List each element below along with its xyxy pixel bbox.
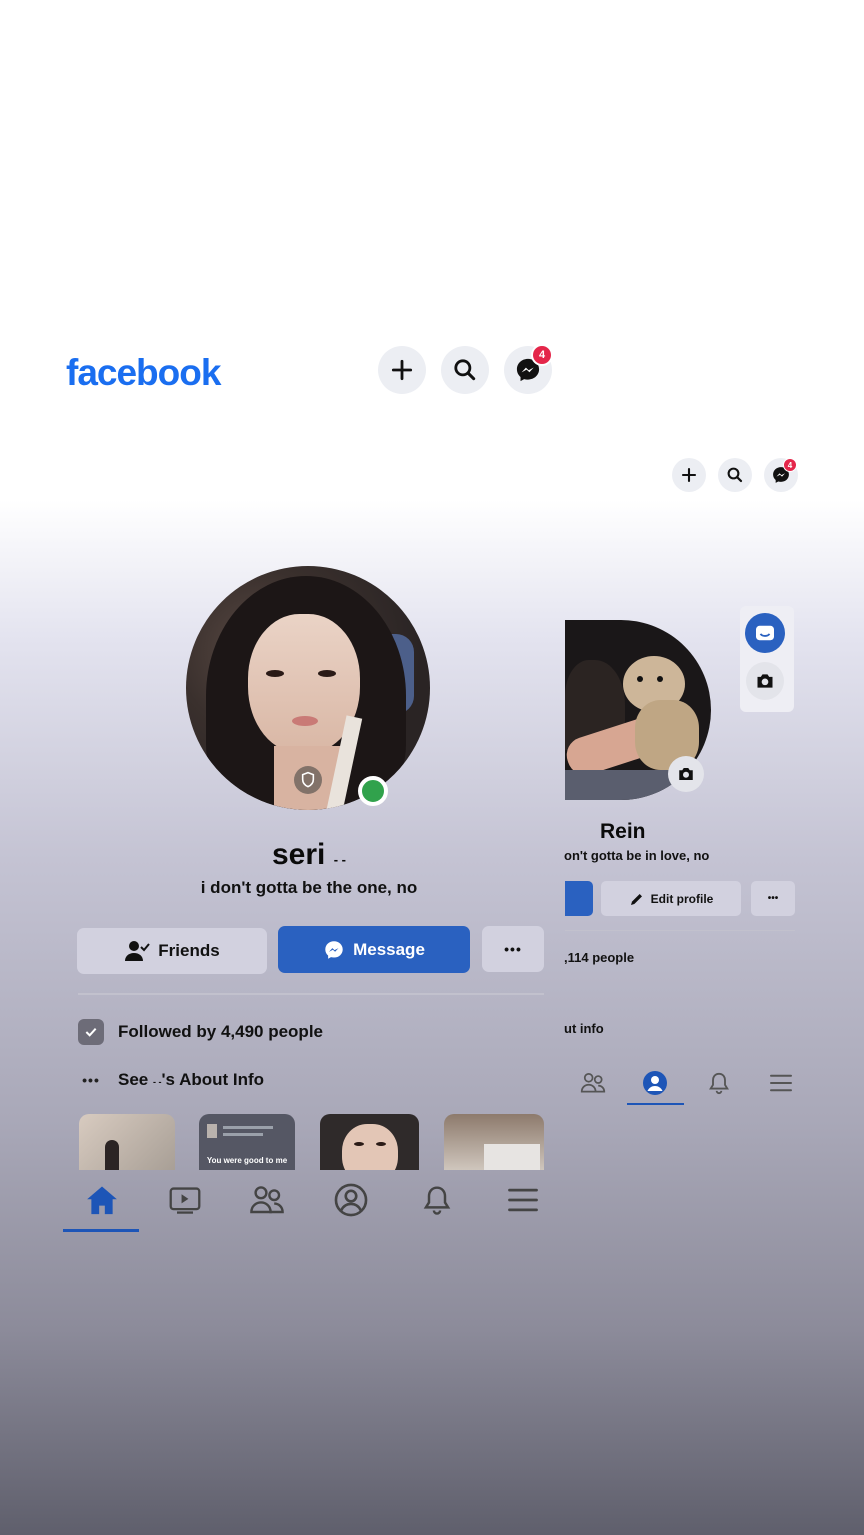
menu-icon (508, 1188, 538, 1212)
nav-active-indicator (63, 1229, 139, 1232)
nav-menu-right[interactable] (762, 1066, 800, 1100)
edit-profile-button[interactable]: Edit profile (601, 881, 741, 916)
camera-icon (757, 674, 773, 688)
profile-name: seri - - (0, 838, 618, 872)
add-story-button-partial[interactable] (565, 881, 593, 916)
nav-friends-right[interactable] (574, 1066, 612, 1100)
avatar-camera-button[interactable] (668, 756, 704, 792)
watch-icon (169, 1187, 201, 1214)
friends-icon (580, 1073, 606, 1093)
about-info-partial: ut info (564, 1021, 604, 1036)
nav-notifications-right[interactable] (700, 1066, 738, 1100)
profile-icon (334, 1183, 368, 1217)
more-label: ••• (504, 941, 522, 957)
message-label: Message (353, 939, 425, 959)
more-label-right: ••• (767, 893, 779, 904)
more-options-button-right[interactable]: ••• (751, 881, 795, 916)
profile-name-text: seri (271, 838, 326, 871)
search-icon (454, 359, 476, 381)
nav-watch[interactable] (150, 1178, 220, 1222)
nav-menu[interactable] (488, 1178, 558, 1222)
profile-icon (643, 1071, 667, 1095)
divider-right (565, 930, 795, 931)
about-info-text: See - -'s About Info (118, 1070, 265, 1089)
camera-button[interactable] (746, 662, 784, 700)
facebook-logo: facebook (66, 352, 221, 393)
more-options-button[interactable]: ••• (482, 926, 544, 972)
divider (78, 993, 544, 995)
ellipsis-icon: ••• (82, 1072, 100, 1088)
followed-by-text: Followed by 4,490 people (118, 1022, 323, 1041)
messenger-badge-small: 4 (783, 458, 797, 472)
friends-label: Friends (158, 941, 220, 960)
create-button[interactable] (378, 346, 426, 394)
profile-bio-right: on't gotta be in love, no (564, 848, 710, 863)
nav-friends[interactable] (232, 1178, 302, 1222)
story-icon (756, 625, 774, 641)
camera-icon (679, 768, 693, 780)
friends-check-icon (125, 941, 151, 961)
pencil-icon (630, 893, 642, 905)
friends-icon (250, 1186, 284, 1214)
online-status-dot (358, 776, 388, 806)
messenger-button-small[interactable]: 4 (764, 458, 798, 492)
plus-icon (681, 467, 697, 483)
photo-thumbnail[interactable] (444, 1114, 544, 1170)
messenger-icon (325, 940, 343, 959)
nav-profile[interactable] (316, 1178, 386, 1222)
profile-name-right: Rein (600, 820, 646, 843)
photo-thumbnail[interactable]: You were good to me (199, 1114, 295, 1170)
search-icon (727, 467, 743, 483)
messenger-badge: 4 (531, 344, 553, 366)
followed-by-partial: ,114 people (564, 950, 635, 965)
followed-by-row[interactable]: Followed by 4,490 people (78, 1019, 323, 1045)
nav-home[interactable] (66, 1178, 138, 1222)
home-icon (87, 1186, 117, 1215)
friends-button[interactable]: Friends (77, 928, 267, 974)
photo-thumbnail[interactable] (79, 1114, 175, 1170)
bell-icon (709, 1072, 729, 1095)
create-button-small[interactable] (672, 458, 706, 492)
story-button[interactable] (745, 613, 785, 653)
edit-profile-label: Edit profile (650, 891, 714, 906)
menu-icon (770, 1074, 792, 1092)
thumbnail-caption: You were good to me (206, 1156, 288, 1165)
profile-name-suffix: - - (333, 852, 346, 867)
message-button[interactable]: Message (278, 926, 470, 973)
messenger-button[interactable]: 4 (504, 344, 553, 394)
profile-bio: i don't gotta be the one, no (200, 878, 418, 897)
search-button-small[interactable] (718, 458, 752, 492)
profile-guard-shield-icon (294, 766, 322, 794)
nav-profile-right[interactable] (636, 1066, 674, 1100)
plus-icon (391, 359, 413, 381)
about-info-row[interactable]: ••• See - -'s About Info (78, 1070, 264, 1090)
followers-icon (78, 1019, 104, 1045)
nav-active-indicator-right (627, 1103, 684, 1105)
bell-icon (423, 1186, 451, 1215)
search-button[interactable] (441, 346, 489, 394)
photo-thumbnail[interactable] (320, 1114, 419, 1170)
nav-notifications[interactable] (402, 1178, 472, 1222)
